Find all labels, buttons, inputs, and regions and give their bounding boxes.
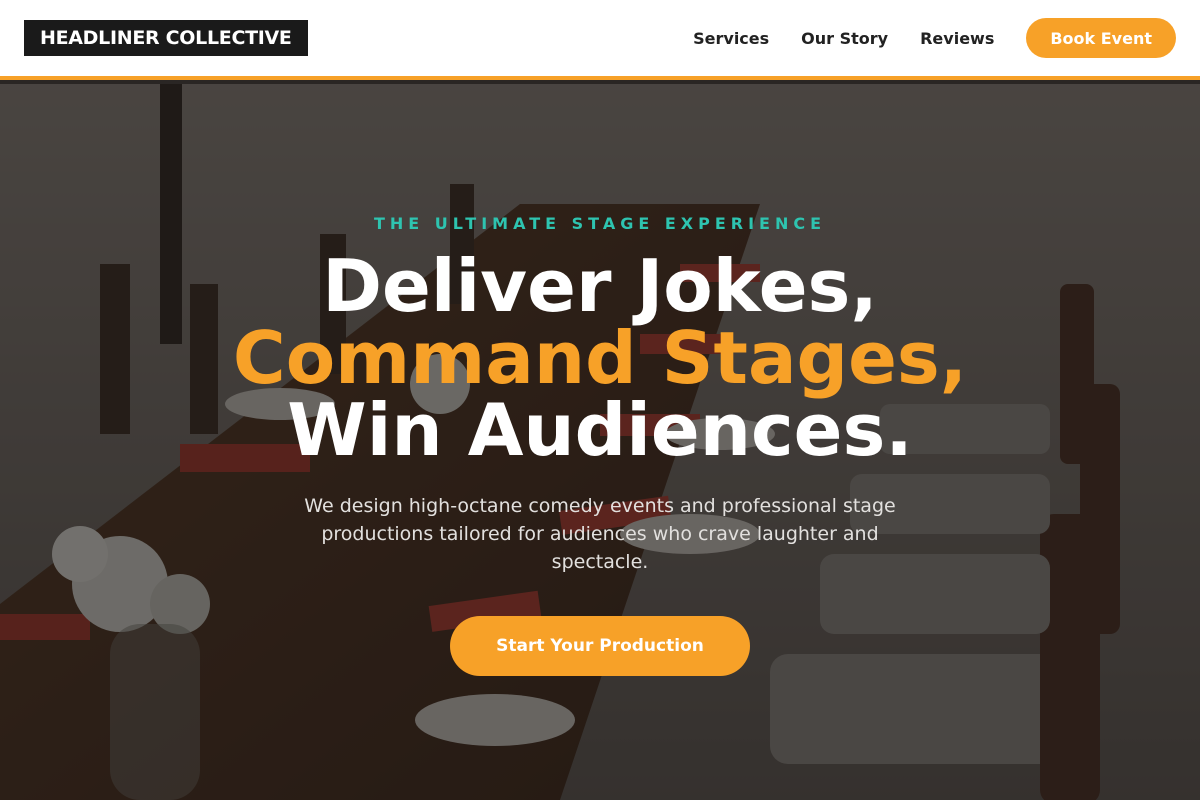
- start-production-button[interactable]: Start Your Production: [450, 616, 750, 676]
- nav-link-services[interactable]: Services: [693, 29, 769, 48]
- brand-logo[interactable]: HEADLINER COLLECTIVE: [24, 20, 308, 56]
- hero-content: THE ULTIMATE STAGE EXPERIENCE Deliver Jo…: [0, 84, 1200, 800]
- hero-headline: Deliver Jokes, Command Stages, Win Audie…: [0, 250, 1200, 466]
- hero-eyebrow: THE ULTIMATE STAGE EXPERIENCE: [373, 214, 827, 233]
- headline-line-1: Deliver Jokes,: [322, 244, 878, 328]
- main-nav: Services Our Story Reviews Book Event: [693, 18, 1176, 58]
- headline-line-2: Command Stages,: [232, 316, 968, 400]
- nav-link-our-story[interactable]: Our Story: [801, 29, 888, 48]
- site-header: HEADLINER COLLECTIVE Services Our Story …: [0, 0, 1200, 80]
- book-event-button[interactable]: Book Event: [1026, 18, 1176, 58]
- nav-link-reviews[interactable]: Reviews: [920, 29, 994, 48]
- headline-line-3: Win Audiences.: [287, 388, 913, 472]
- hero-subtext: We design high-octane comedy events and …: [304, 495, 896, 573]
- hero-section: THE ULTIMATE STAGE EXPERIENCE Deliver Jo…: [0, 84, 1200, 800]
